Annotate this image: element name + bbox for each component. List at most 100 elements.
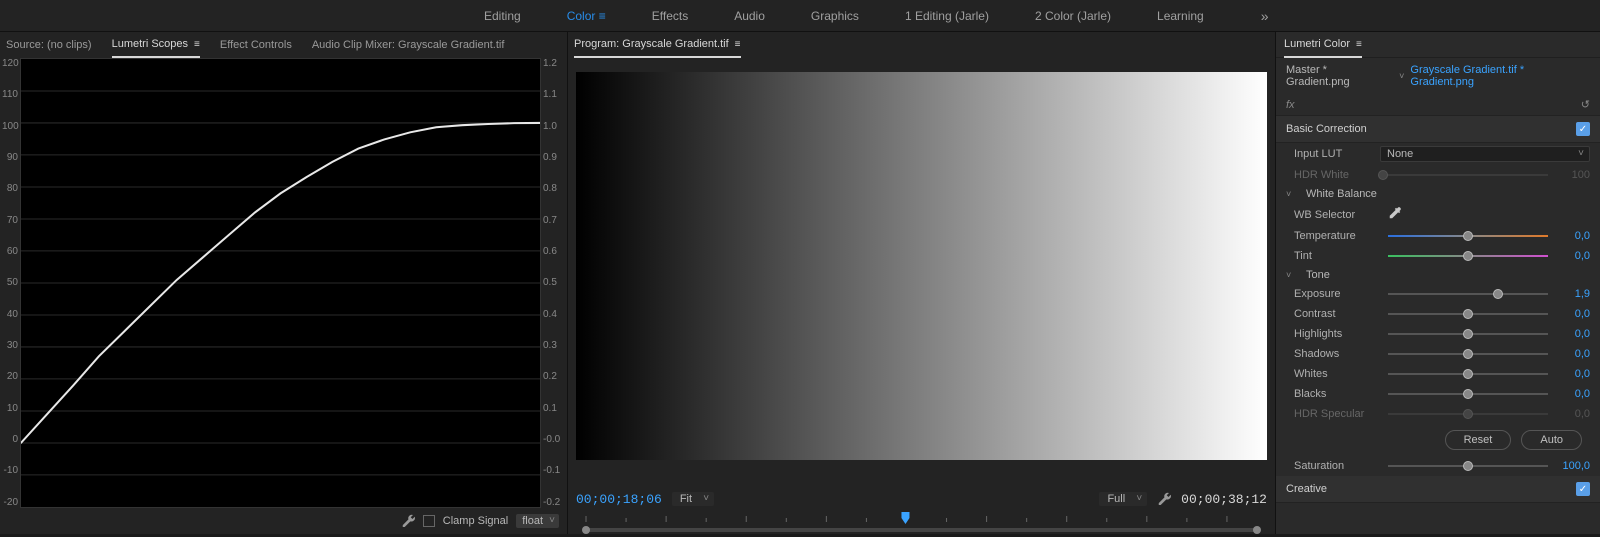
tab-program-label: Program: Grayscale Gradient.tif (574, 38, 729, 50)
exposure-value[interactable]: 1,9 (1554, 288, 1590, 300)
zoom-fit-select[interactable]: Fit (672, 492, 714, 506)
contrast-slider[interactable] (1388, 307, 1548, 321)
highlights-label: Highlights (1294, 328, 1380, 340)
workspace-color[interactable]: Color (563, 1, 610, 31)
resolution-select[interactable]: Full (1099, 492, 1147, 506)
workspace-overflow-icon[interactable]: » (1261, 8, 1269, 24)
saturation-slider[interactable] (1388, 459, 1548, 473)
shadows-value[interactable]: 0,0 (1554, 348, 1590, 360)
tab-program[interactable]: Program: Grayscale Gradient.tif ≡ (574, 32, 741, 58)
saturation-value[interactable]: 100,0 (1554, 460, 1590, 472)
section-title: Creative (1286, 483, 1327, 495)
blacks-label: Blacks (1294, 388, 1380, 400)
hdr-white-value: 100 (1554, 169, 1590, 181)
section-creative[interactable]: Creative ✓ (1276, 476, 1600, 503)
tint-slider[interactable] (1388, 249, 1548, 263)
workspace-editing[interactable]: Editing (480, 1, 525, 31)
program-panel: Program: Grayscale Gradient.tif ≡ 00;00;1… (568, 32, 1276, 534)
wrench-icon[interactable] (1157, 491, 1171, 508)
tab-lumetri-scopes-label: Lumetri Scopes (112, 38, 188, 50)
blacks-slider[interactable] (1388, 387, 1548, 401)
chevron-down-icon[interactable]: ˅ (1286, 270, 1294, 280)
hdr-specular-value: 0,0 (1554, 408, 1590, 420)
scopes-panel: Source: (no clips) Lumetri Scopes ≡ Effec… (0, 32, 568, 534)
tab-effect-controls[interactable]: Effect Controls (220, 33, 292, 57)
hdr-specular-label: HDR Specular (1294, 408, 1380, 420)
program-timeline[interactable] (568, 512, 1275, 534)
input-lut-select[interactable]: None (1380, 146, 1590, 162)
tone-header[interactable]: Tone (1306, 269, 1330, 281)
workspace-audio[interactable]: Audio (730, 1, 769, 31)
scope-axis-left: 120110100 908070 605040 302010 0-10-20 (0, 58, 20, 508)
section-enable-checkbox[interactable]: ✓ (1576, 122, 1590, 136)
reset-button[interactable]: Reset (1445, 430, 1512, 450)
saturation-label: Saturation (1294, 460, 1380, 472)
workspace-graphics[interactable]: Graphics (807, 1, 863, 31)
section-enable-checkbox[interactable]: ✓ (1576, 482, 1590, 496)
highlights-slider[interactable] (1388, 327, 1548, 341)
reset-effect-icon[interactable]: ↺ (1581, 98, 1590, 111)
active-clip-label[interactable]: Grayscale Gradient.tif * Gradient.png (1410, 64, 1590, 88)
chevron-down-icon[interactable]: ˅ (1399, 71, 1404, 81)
temperature-slider[interactable] (1388, 229, 1548, 243)
left-tabs: Source: (no clips) Lumetri Scopes ≡ Effec… (0, 32, 567, 58)
hdr-white-label: HDR White (1294, 169, 1372, 181)
hdr-white-slider (1380, 168, 1548, 182)
tab-lumetri-scopes[interactable]: Lumetri Scopes ≡ (112, 32, 200, 58)
shadows-label: Shadows (1294, 348, 1380, 360)
timecode-current[interactable]: 00;00;18;06 (576, 492, 662, 507)
blacks-value[interactable]: 0,0 (1554, 388, 1590, 400)
tab-source[interactable]: Source: (no clips) (6, 33, 92, 57)
workspace-learning[interactable]: Learning (1153, 1, 1208, 31)
highlights-value[interactable]: 0,0 (1554, 328, 1590, 340)
chevron-down-icon[interactable]: ˅ (1286, 189, 1294, 199)
temperature-label: Temperature (1294, 230, 1380, 242)
tab-audio-mixer[interactable]: Audio Clip Mixer: Grayscale Gradient.tif (312, 33, 505, 57)
section-basic-correction[interactable]: Basic Correction ✓ (1276, 116, 1600, 143)
panel-menu-icon[interactable]: ≡ (735, 39, 741, 50)
tab-lumetri-label: Lumetri Color (1284, 38, 1350, 50)
waveform-scope (20, 58, 541, 508)
panel-menu-icon[interactable]: ≡ (1356, 39, 1362, 50)
contrast-value[interactable]: 0,0 (1554, 308, 1590, 320)
scope-axis-right: 1.21.11.0 0.90.80.7 0.60.50.4 0.30.20.1 … (541, 58, 567, 508)
exposure-label: Exposure (1294, 288, 1380, 300)
workspace-effects[interactable]: Effects (648, 1, 692, 31)
whites-slider[interactable] (1388, 367, 1548, 381)
in-point-handle[interactable] (582, 526, 590, 534)
workspace-custom-1[interactable]: 1 Editing (Jarle) (901, 1, 993, 31)
lumetri-panel: Lumetri Color ≡ Master * Gradient.png ˅ G… (1276, 32, 1600, 534)
input-lut-label: Input LUT (1294, 148, 1372, 160)
program-controls: 00;00;18;06 Fit Full 00;00;38;12 (568, 486, 1275, 512)
scope-mode-select[interactable]: float (516, 514, 559, 528)
white-balance-header[interactable]: White Balance (1306, 188, 1377, 200)
playhead-icon[interactable] (901, 512, 909, 524)
tab-lumetri-color[interactable]: Lumetri Color ≡ (1284, 32, 1362, 58)
temperature-value[interactable]: 0,0 (1554, 230, 1590, 242)
wrench-icon[interactable] (401, 513, 415, 530)
program-monitor[interactable] (576, 72, 1267, 460)
tint-value[interactable]: 0,0 (1554, 250, 1590, 262)
section-title: Basic Correction (1286, 123, 1367, 135)
shadows-slider[interactable] (1388, 347, 1548, 361)
wb-selector-label: WB Selector (1294, 209, 1380, 221)
hdr-specular-slider (1388, 407, 1548, 421)
timecode-duration[interactable]: 00;00;38;12 (1181, 492, 1267, 507)
panel-menu-icon[interactable]: ≡ (194, 39, 200, 50)
clip-breadcrumb: Master * Gradient.png ˅ Grayscale Gradie… (1276, 58, 1600, 94)
contrast-label: Contrast (1294, 308, 1380, 320)
exposure-slider[interactable] (1388, 287, 1548, 301)
out-point-handle[interactable] (1253, 526, 1261, 534)
scope-grid (21, 91, 540, 475)
whites-label: Whites (1294, 368, 1380, 380)
workspace-custom-2[interactable]: 2 Color (Jarle) (1031, 1, 1115, 31)
whites-value[interactable]: 0,0 (1554, 368, 1590, 380)
master-clip-label[interactable]: Master * Gradient.png (1286, 64, 1393, 88)
auto-button[interactable]: Auto (1521, 430, 1582, 450)
tint-label: Tint (1294, 250, 1380, 262)
eyedropper-icon[interactable] (1388, 206, 1402, 223)
clamp-signal-checkbox[interactable] (423, 515, 435, 527)
workspace-bar: Editing Color Effects Audio Graphics 1 E… (0, 0, 1600, 32)
clamp-signal-label: Clamp Signal (443, 515, 508, 527)
fx-label: fx (1286, 99, 1295, 111)
